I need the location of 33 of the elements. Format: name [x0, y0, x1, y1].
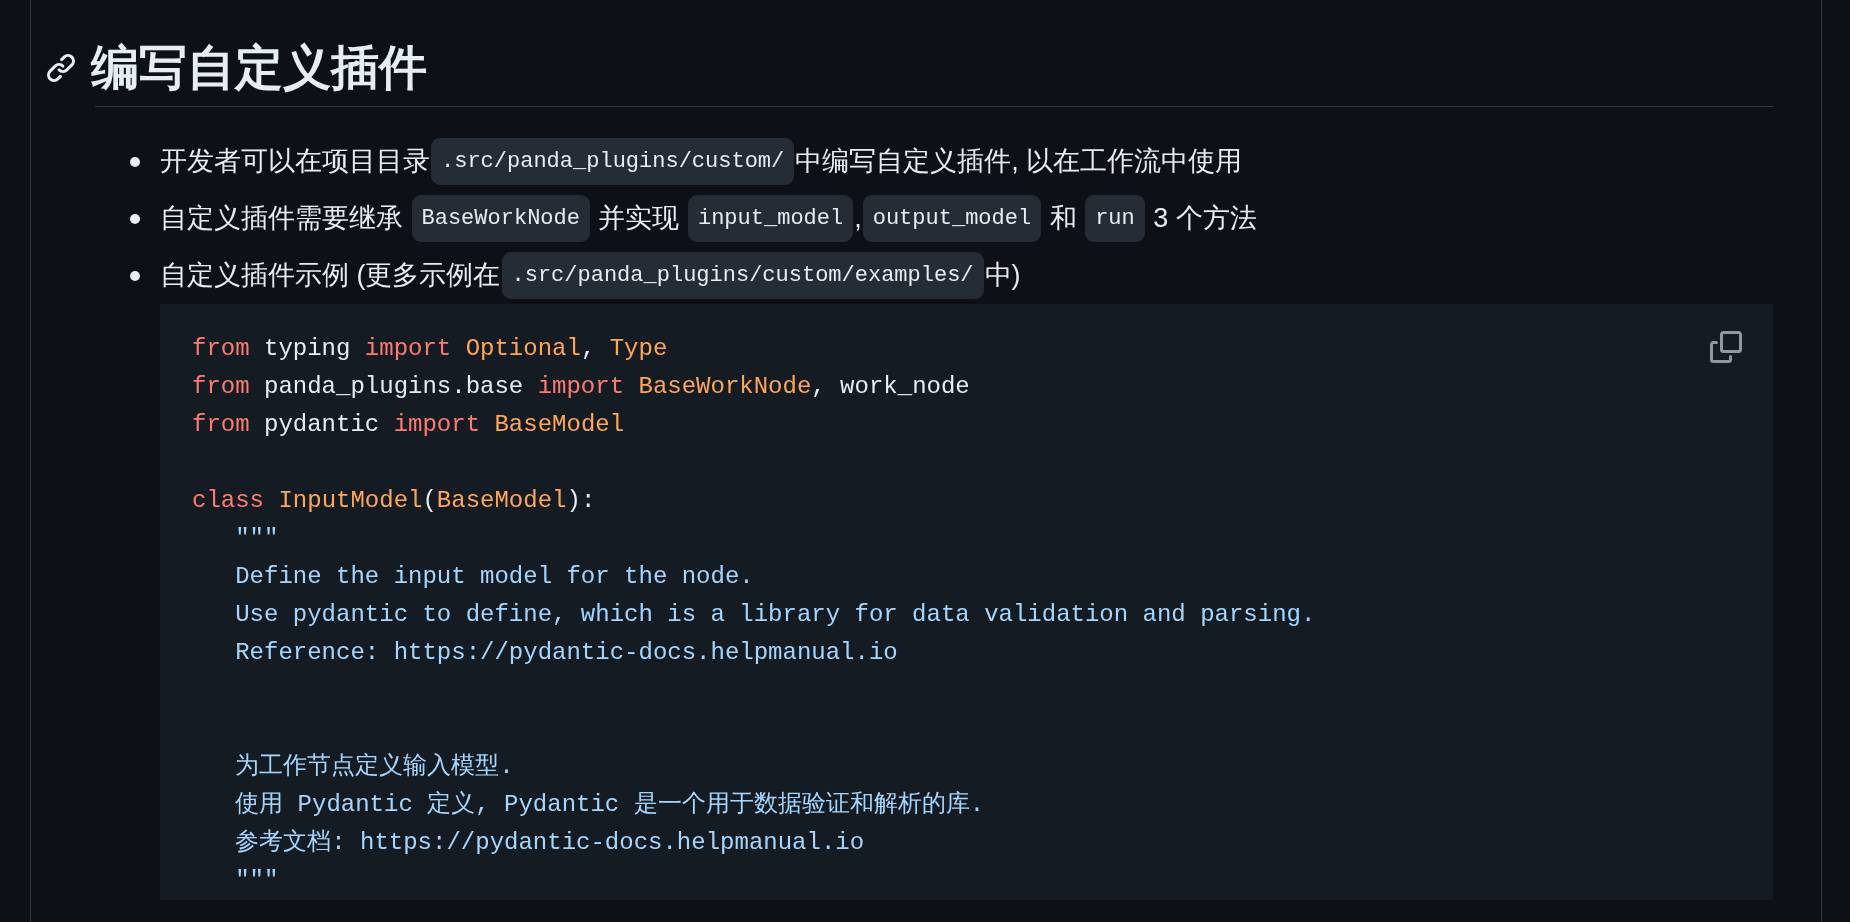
bullet-icon [130, 213, 140, 224]
list-text: 中) [984, 259, 1021, 293]
link-icon[interactable] [45, 52, 77, 84]
code-line: """ [234, 524, 279, 554]
inline-code: run [1085, 195, 1145, 242]
inline-code: .src/panda_plugins/custom/examples/ [501, 252, 984, 299]
list-text: 和 [1048, 202, 1078, 236]
code-line: class InputModel(BaseModel): [192, 486, 596, 516]
code-line: 参考文档: https://pydantic-docs.helpmanual.io [234, 828, 865, 858]
code-line: 使用 Pydantic 定义, Pydantic 是一个用于数据验证和解析的库. [234, 790, 985, 820]
code-line: Use pydantic to define, which is a library for data validation and parsing. [234, 600, 1316, 630]
section-heading: 编写自定义插件 [91, 40, 427, 96]
code-line: Define the input model for the node. [234, 562, 754, 592]
code-line: Reference: https://pydantic-docs.helpmanual.io [234, 638, 898, 668]
inline-code: output_model [862, 195, 1042, 242]
code-line: from pydantic import BaseModel [192, 410, 625, 440]
list-text: 并实现 [597, 202, 681, 236]
inline-code: .src/panda_plugins/custom/ [431, 138, 795, 185]
bullet-icon [130, 156, 140, 167]
code-line: 为工作节点定义输入模型. [234, 752, 514, 782]
inline-code: input_model [687, 195, 854, 242]
inline-code: BaseWorkNode [411, 195, 590, 242]
code-line: """ [234, 866, 279, 896]
list-text: 中编写自定义插件, 以在工作流中使用 [795, 145, 1243, 179]
list-text: 开发者可以在项目目录 [160, 145, 430, 179]
code-line: from panda_plugins.base import BaseWorkNode, work_node [192, 372, 970, 402]
list-text: 自定义插件需要继承 [160, 202, 404, 236]
list-text: 3 个方法 [1152, 202, 1257, 236]
list-text: 自定义插件示例 (更多示例在 [160, 259, 501, 293]
copy-button[interactable] [1707, 328, 1745, 366]
bullet-icon [130, 270, 140, 281]
list-text: , [854, 202, 862, 236]
code-line: from typing import Optional, Type [192, 334, 668, 364]
